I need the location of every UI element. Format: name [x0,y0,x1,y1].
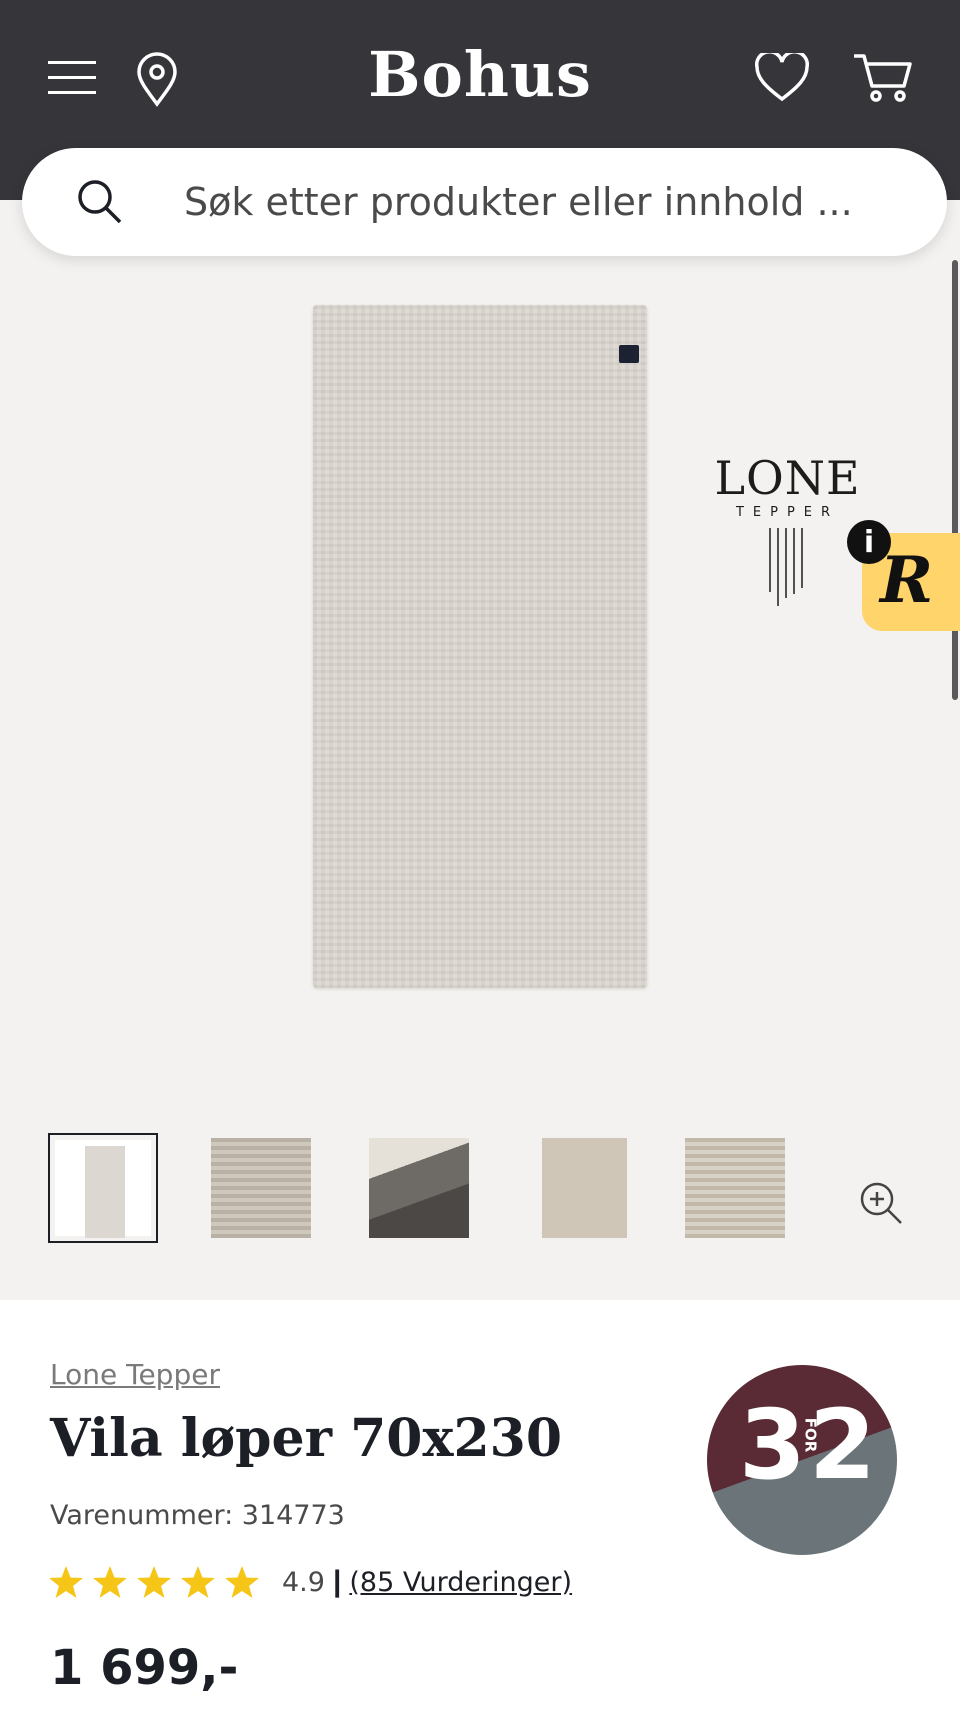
thumbnail-2[interactable] [206,1133,316,1243]
product-price: 1 699,- [50,1640,239,1696]
promo-badge: 3 FOR 2 [707,1365,897,1555]
promo-right: 2 [809,1389,876,1501]
brand-logo-sub: TEPPER [735,505,840,520]
rug-label [619,345,639,363]
star-icon [93,1566,127,1598]
product-sku: Varenummer: 314773 [50,1500,345,1531]
thumbnail-1[interactable] [48,1133,158,1243]
promo-mid: FOR [801,1417,820,1453]
brand-logo-name: LONE [714,451,861,505]
promo-left: 3 [739,1389,806,1501]
brand-link[interactable]: Lone Tepper [50,1358,220,1391]
info-icon[interactable]: i [847,520,891,564]
thumbnail-5[interactable] [680,1133,790,1243]
scrollbar[interactable] [952,260,958,700]
star-icon [181,1566,215,1598]
brand-logo-fringe [768,528,803,606]
zoom-icon[interactable] [858,1180,904,1231]
rating-value: 4.9 [282,1566,325,1598]
rating-separator: | [332,1565,342,1598]
search-bar[interactable]: Søk etter produkter eller innhold ... [22,148,947,256]
site-logo[interactable]: Bohus [330,38,630,111]
search-icon [74,176,124,231]
thumbnail-strip [48,1133,808,1251]
brand-logo: LONE TEPPER [710,455,865,608]
product-rating: 4.9 | (85 Vurderinger) [48,1562,572,1602]
product-main-image[interactable] [313,305,647,988]
reviews-link[interactable]: (85 Vurderinger) [349,1567,572,1598]
product-info: Lone Tepper Vila løper 70x230 Varenummer… [0,1300,960,1718]
heart-icon[interactable] [752,48,812,108]
search-input[interactable]: Søk etter produkter eller innhold ... [184,180,853,224]
product-title: Vila løper 70x230 [50,1408,563,1469]
star-icon [49,1566,83,1598]
thumbnail-4[interactable] [522,1133,632,1243]
thumbnail-3[interactable] [364,1133,474,1243]
cart-icon[interactable] [850,48,916,108]
star-icon [137,1566,171,1598]
widget-letter: R [880,543,934,618]
product-gallery: LONE TEPPER [0,200,960,1300]
star-icon [225,1566,259,1598]
location-pin-icon[interactable] [132,50,182,110]
menu-icon[interactable] [42,52,102,102]
